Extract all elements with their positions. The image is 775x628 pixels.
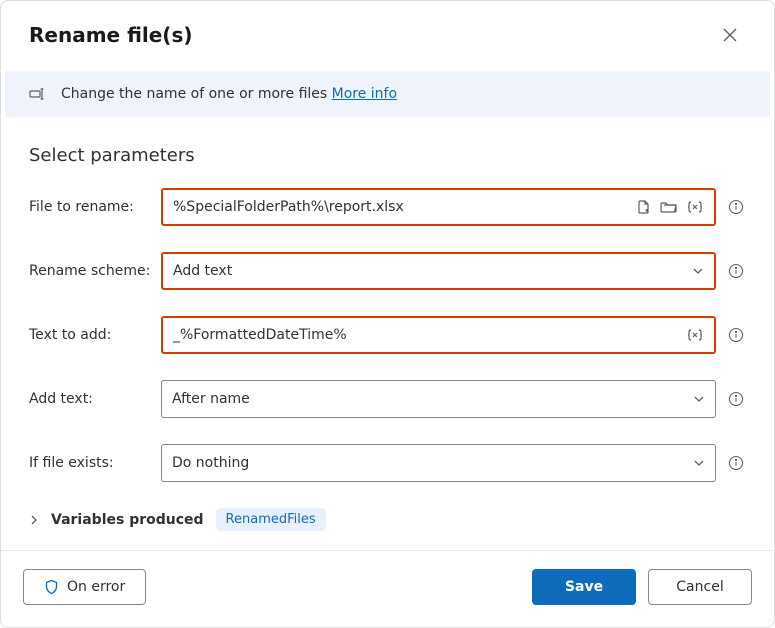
label-if-file-exists: If file exists: bbox=[29, 455, 151, 471]
folder-picker-icon[interactable] bbox=[660, 199, 678, 215]
info-file[interactable] bbox=[726, 197, 746, 217]
chevron-down-icon bbox=[692, 265, 704, 277]
variables-produced-row[interactable]: Variables produced RenamedFiles bbox=[29, 508, 746, 531]
rename-action-icon bbox=[29, 85, 47, 103]
row-text-to-add: Text to add: bbox=[29, 316, 746, 354]
row-rename-scheme: Rename scheme: Add text bbox=[29, 252, 746, 290]
variable-picker-icon[interactable] bbox=[686, 199, 704, 215]
dialog-footer: On error Save Cancel bbox=[1, 550, 774, 627]
file-picker-icon[interactable] bbox=[636, 199, 652, 215]
more-info-link[interactable]: More info bbox=[332, 86, 397, 102]
text-to-add-input[interactable] bbox=[173, 327, 686, 343]
variable-picker-icon[interactable] bbox=[686, 327, 704, 343]
section-title: Select parameters bbox=[29, 145, 746, 166]
info-textadd[interactable] bbox=[726, 325, 746, 345]
on-error-button[interactable]: On error bbox=[23, 569, 146, 605]
info-scheme[interactable] bbox=[726, 261, 746, 281]
variable-chip[interactable]: RenamedFiles bbox=[216, 508, 326, 531]
dialog-title: Rename file(s) bbox=[29, 23, 193, 47]
label-file-to-rename: File to rename: bbox=[29, 199, 151, 215]
rename-scheme-select[interactable]: Add text bbox=[161, 252, 716, 290]
label-add-text-pos: Add text: bbox=[29, 391, 151, 407]
dialog-body: Select parameters File to rename: bbox=[1, 121, 774, 550]
variables-produced-label: Variables produced bbox=[51, 512, 204, 528]
row-if-file-exists: If file exists: Do nothing bbox=[29, 444, 746, 482]
input-wrap-file bbox=[161, 188, 716, 226]
close-button[interactable] bbox=[714, 19, 746, 51]
chevron-down-icon bbox=[693, 393, 705, 405]
close-icon bbox=[723, 28, 737, 42]
info-addpos[interactable] bbox=[726, 389, 746, 409]
chevron-right-icon bbox=[29, 515, 39, 525]
save-button[interactable]: Save bbox=[532, 569, 636, 605]
input-wrap-textadd bbox=[161, 316, 716, 354]
dialog-header: Rename file(s) bbox=[1, 1, 774, 61]
banner-text: Change the name of one or more files Mor… bbox=[61, 86, 397, 102]
cancel-button[interactable]: Cancel bbox=[648, 569, 752, 605]
dialog-rename-files: Rename file(s) Change the name of one or… bbox=[0, 0, 775, 628]
info-exists[interactable] bbox=[726, 453, 746, 473]
row-add-text-pos: Add text: After name bbox=[29, 380, 746, 418]
label-rename-scheme: Rename scheme: bbox=[29, 263, 151, 279]
file-to-rename-input[interactable] bbox=[173, 199, 636, 215]
row-file-to-rename: File to rename: bbox=[29, 188, 746, 226]
shield-icon bbox=[44, 579, 59, 595]
info-banner: Change the name of one or more files Mor… bbox=[5, 71, 770, 117]
add-text-pos-select[interactable]: After name bbox=[161, 380, 716, 418]
chevron-down-icon bbox=[693, 457, 705, 469]
label-text-to-add: Text to add: bbox=[29, 327, 151, 343]
if-file-exists-select[interactable]: Do nothing bbox=[161, 444, 716, 482]
